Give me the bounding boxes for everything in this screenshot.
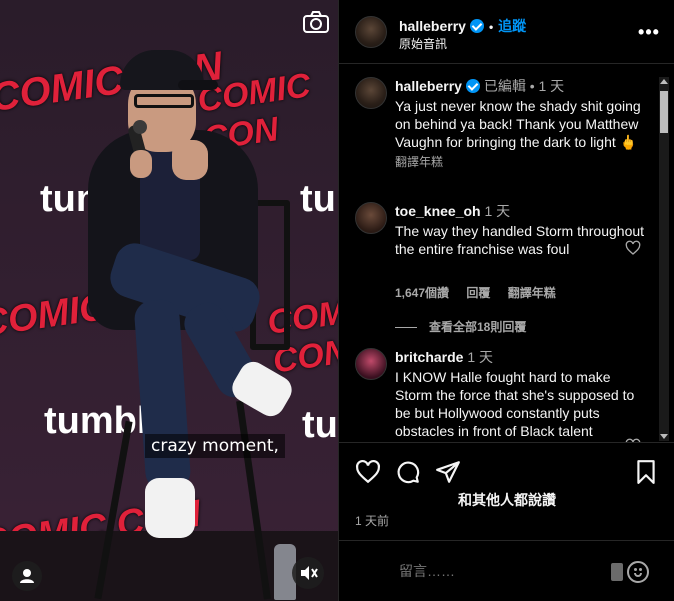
- speaker-shoe: [145, 478, 195, 538]
- caption-text: Ya just never know the shady shit going …: [395, 98, 641, 150]
- reply-button[interactable]: 回覆: [466, 286, 490, 300]
- muted-speaker-icon: [301, 566, 318, 580]
- sponsor-logo: tumblr: [302, 404, 338, 446]
- avatar[interactable]: [355, 77, 387, 109]
- comment-username[interactable]: halleberry: [395, 78, 462, 94]
- view-replies-label: 查看全部18則回覆: [429, 320, 527, 334]
- comment-username[interactable]: britcharde: [395, 349, 463, 365]
- emoji-icon[interactable]: [627, 561, 649, 583]
- comment-bubble-icon[interactable]: [395, 459, 421, 485]
- follow-button[interactable]: 追蹤: [498, 18, 526, 34]
- speaker-cap-brim: [178, 80, 218, 90]
- scroll-up-arrow[interactable]: [660, 79, 668, 84]
- comment-input[interactable]: [399, 563, 599, 579]
- mute-button[interactable]: [292, 557, 324, 589]
- avatar[interactable]: [355, 202, 387, 234]
- like-heart-icon[interactable]: [355, 459, 381, 485]
- translate-link[interactable]: 翻譯年糕: [395, 153, 649, 171]
- comment-likes[interactable]: 1,647個讚: [395, 286, 449, 300]
- comment-actions: 1,647個讚 回覆 翻譯年糕: [395, 284, 570, 301]
- like-comment-heart-icon[interactable]: [625, 240, 641, 256]
- likes-summary[interactable]: 和其他人都說讚: [339, 490, 674, 510]
- post-author: halleberry • 追蹤: [399, 16, 526, 36]
- audio-link[interactable]: 原始音訊: [399, 35, 447, 52]
- user-icon: [20, 569, 34, 583]
- comment-meta: 1 天: [484, 203, 511, 219]
- scroll-down-arrow[interactable]: [660, 434, 668, 439]
- divider: [395, 327, 417, 329]
- microphone-head: [133, 120, 147, 134]
- avatar[interactable]: [355, 16, 387, 48]
- camera-icon[interactable]: [302, 10, 330, 34]
- speaker-hand: [130, 150, 152, 178]
- post-panel: halleberry • 追蹤 原始音訊 ••• halleberry 已編輯 • …: [338, 0, 674, 601]
- separator-dot: •: [488, 20, 494, 34]
- tagged-users-button[interactable]: [12, 561, 42, 591]
- scrollbar-thumb[interactable]: [660, 91, 668, 133]
- comment-meta: 1 天: [467, 349, 494, 365]
- share-send-icon[interactable]: [435, 459, 461, 485]
- translate-link[interactable]: 翻譯年糕: [508, 286, 556, 300]
- comment-composer: [339, 540, 674, 601]
- comment-text: The way they handled Storm throughout th…: [395, 223, 645, 257]
- post-timestamp: 1 天前: [355, 514, 390, 528]
- reel-video[interactable]: COMIC CON COMIC CON tumblr tumblr COMIC …: [0, 0, 338, 601]
- comment-username[interactable]: toe_knee_oh: [395, 203, 481, 219]
- verified-badge-icon: [469, 19, 484, 33]
- emoji-smile: [634, 573, 642, 577]
- verified-badge-icon: [465, 79, 480, 93]
- comments-scrollbar[interactable]: [659, 77, 669, 441]
- more-options-icon[interactable]: •••: [637, 22, 661, 42]
- comments-list[interactable]: halleberry 已編輯 • 1 天 Ya just never know …: [339, 65, 674, 442]
- speaker-hand: [172, 140, 208, 180]
- author-username[interactable]: halleberry: [399, 18, 466, 34]
- sponsor-logo: tumblr: [300, 178, 338, 220]
- speaker-glasses: [134, 94, 194, 108]
- post-header: halleberry • 追蹤 原始音訊 •••: [339, 0, 674, 64]
- video-subtitle: crazy moment,: [145, 434, 285, 458]
- avatar[interactable]: [355, 348, 387, 380]
- view-replies-button[interactable]: 查看全部18則回覆: [395, 318, 526, 335]
- comment-text: I KNOW Halle fought hard to make Storm t…: [395, 369, 635, 439]
- input-scroll-arrows[interactable]: [611, 563, 623, 581]
- bookmark-icon[interactable]: [633, 459, 659, 485]
- comment-meta: 已編輯 • 1 天: [483, 78, 565, 94]
